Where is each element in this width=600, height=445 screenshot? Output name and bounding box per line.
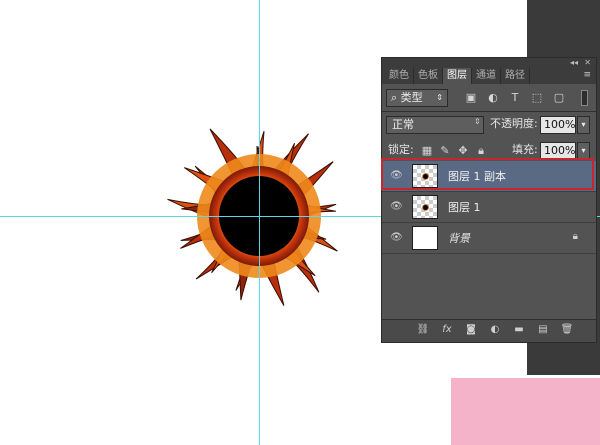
- fill-dropdown-icon[interactable]: ▾: [577, 142, 590, 160]
- fill-label: 填充:: [512, 143, 538, 156]
- panel-menu-icon[interactable]: ≡: [583, 70, 591, 80]
- vertical-guide[interactable]: [259, 0, 260, 445]
- chevron-updown-icon: ⇕: [474, 117, 481, 126]
- delete-layer-icon[interactable]: 🗑︎: [560, 323, 574, 337]
- type-filter-icon[interactable]: T: [508, 90, 522, 106]
- panel-title-bar[interactable]: ◂◂ ✕: [382, 58, 596, 68]
- lock-all-icon[interactable]: 🔒︎: [474, 143, 488, 159]
- smart-object-filter-icon[interactable]: ▢: [552, 90, 566, 106]
- panel-tabs: 颜色 色板 图层 通道 路径 ≡: [382, 68, 596, 84]
- fx-icon[interactable]: fx: [440, 323, 454, 337]
- layer-name[interactable]: 图层 1 副本: [448, 168, 506, 184]
- shape-filter-icon[interactable]: ⬚: [530, 90, 544, 106]
- adjustment-layer-icon[interactable]: ◐: [488, 323, 502, 337]
- add-mask-icon[interactable]: ◙: [464, 323, 478, 337]
- layer-name[interactable]: 背景: [448, 230, 470, 246]
- eye-icon[interactable]: 👁︎: [390, 232, 403, 244]
- image-filter-icon[interactable]: ▣: [464, 90, 478, 106]
- eye-icon[interactable]: 👁︎: [390, 201, 403, 213]
- layer-row-copy[interactable]: 👁︎ 图层 1 副本: [382, 161, 596, 192]
- chevron-updown-icon: ⇕: [436, 93, 443, 102]
- opacity-input[interactable]: 100%: [540, 116, 576, 134]
- lock-position-icon[interactable]: ✥: [456, 143, 470, 159]
- blend-mode-select[interactable]: 正常: [386, 116, 484, 134]
- new-layer-icon[interactable]: ▤: [536, 323, 550, 337]
- layer-thumbnail: [412, 195, 438, 219]
- opacity-label: 不透明度:: [490, 117, 538, 130]
- collapse-icon[interactable]: ◂◂: [570, 58, 578, 68]
- layer-row-layer1[interactable]: 👁︎ 图层 1: [382, 192, 596, 223]
- filter-toggle-switch[interactable]: [581, 90, 588, 106]
- fill-input[interactable]: 100%: [540, 142, 576, 160]
- layer-filter-select[interactable]: ⌕ 类型 ⇕: [386, 89, 448, 107]
- lock-transparent-icon[interactable]: ▦: [420, 143, 434, 159]
- link-layers-icon[interactable]: ⛓: [416, 323, 430, 337]
- layers-bottom-bar: ⛓ fx ◙ ◐ ▬ ▤ 🗑︎: [382, 319, 596, 342]
- eclipse-artwork[interactable]: [150, 110, 370, 310]
- lock-icon: 🔒︎: [572, 231, 578, 242]
- layer-name[interactable]: 图层 1: [448, 199, 481, 215]
- new-group-icon[interactable]: ▬: [512, 323, 526, 337]
- lock-label: 锁定:: [388, 143, 414, 156]
- layer-row-background[interactable]: 👁︎ 背景 🔒︎: [382, 223, 596, 254]
- watermark-area: [451, 378, 600, 445]
- tab-paths[interactable]: 路径: [501, 68, 530, 84]
- layers-list: 👁︎ 图层 1 副本 👁︎ 图层 1 👁︎ 背景 🔒︎: [382, 161, 596, 317]
- blend-row: 正常 ⇕ 不透明度: 100% ▾: [382, 115, 596, 139]
- tab-swatches[interactable]: 色板: [414, 68, 443, 84]
- tab-layers[interactable]: 图层: [443, 68, 472, 84]
- lock-image-icon[interactable]: ✎: [438, 143, 452, 159]
- adjustment-filter-icon[interactable]: ◐: [486, 90, 500, 106]
- layer-thumbnail: [412, 226, 438, 250]
- close-icon[interactable]: ✕: [584, 58, 591, 68]
- search-icon: ⌕: [391, 91, 398, 104]
- filter-row: ⌕ 类型 ⇕ ▣ ◐ T ⬚ ▢: [382, 87, 596, 111]
- layers-panel: ◂◂ ✕ 颜色 色板 图层 通道 路径 ≡ ⌕ 类型 ⇕ ▣ ◐ T ⬚ ▢ 正…: [381, 57, 597, 343]
- opacity-dropdown-icon[interactable]: ▾: [577, 116, 590, 134]
- tab-color[interactable]: 颜色: [385, 68, 414, 84]
- layer-filter-label: 类型: [400, 91, 423, 104]
- tab-channels[interactable]: 通道: [472, 68, 501, 84]
- eye-icon[interactable]: 👁︎: [390, 170, 403, 182]
- layer-thumbnail: [412, 164, 438, 188]
